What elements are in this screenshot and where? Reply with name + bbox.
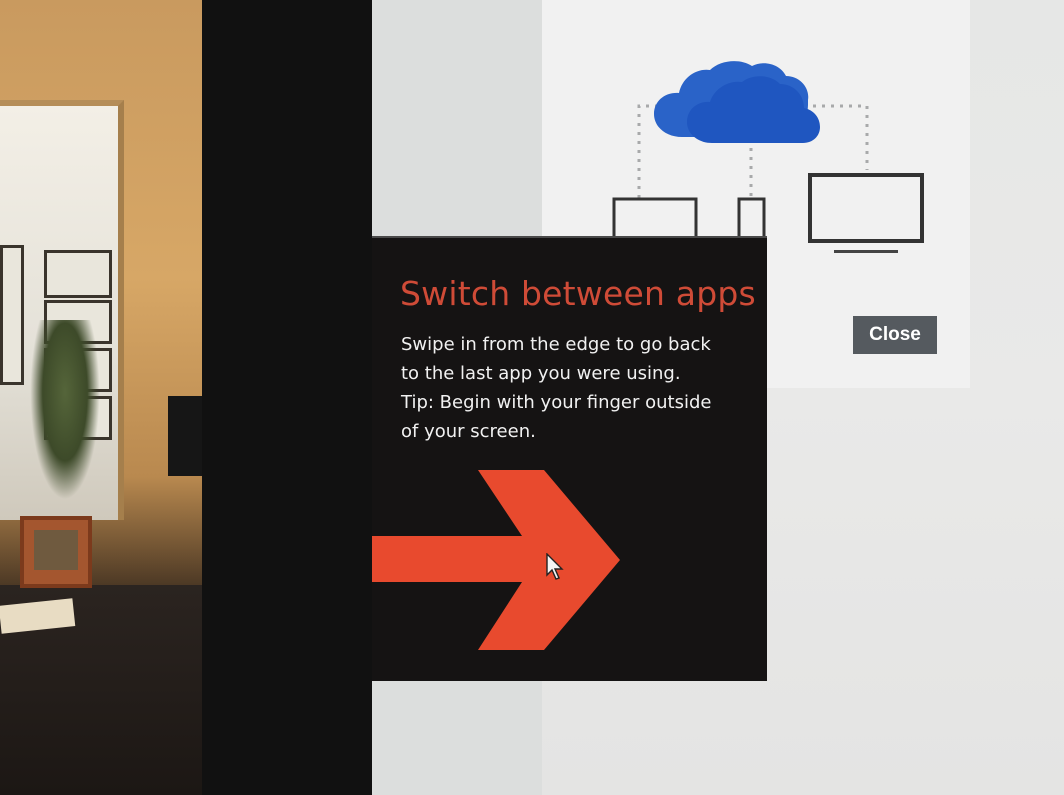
tutorial-line: to the last app you were using. <box>401 363 681 384</box>
room-background <box>0 0 202 795</box>
background-monitor <box>168 396 202 476</box>
swipe-arrow-icon <box>372 470 632 652</box>
plant <box>30 320 100 500</box>
close-button[interactable]: Close <box>853 316 937 354</box>
desk-photo-frame <box>20 516 92 588</box>
tutorial-panel: Switch between apps Swipe in from the ed… <box>372 236 767 681</box>
tutorial-line: Swipe in from the edge to go back <box>401 334 711 355</box>
tutorial-line: Tip: Begin with your finger outside <box>401 392 712 413</box>
tutorial-title: Switch between apps <box>400 274 756 313</box>
cloud-icon <box>654 61 820 143</box>
wall-frame <box>0 245 24 385</box>
tutorial-description: Swipe in from the edge to go back to the… <box>401 330 746 446</box>
laptop-icon <box>612 197 698 241</box>
monitor-bezel <box>202 0 372 795</box>
tutorial-line: of your screen. <box>401 421 536 442</box>
mouse-cursor-icon <box>546 552 566 581</box>
phone-icon <box>737 197 766 241</box>
wall-frame <box>44 250 112 298</box>
monitor-icon <box>808 173 924 253</box>
